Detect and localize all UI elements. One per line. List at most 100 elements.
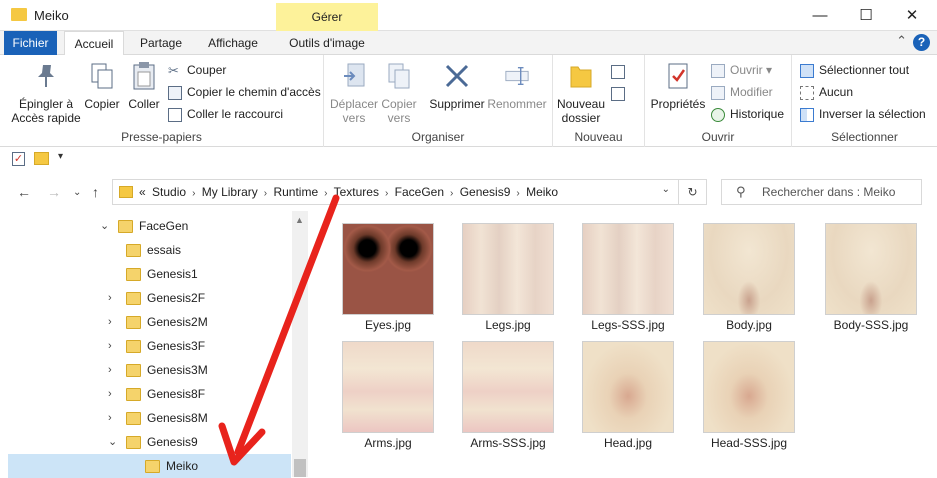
breadcrumb-studio[interactable]: Studio	[152, 185, 186, 199]
file-item[interactable]: Legs.jpg	[453, 211, 563, 332]
collapse-ribbon-icon[interactable]: ⌃	[896, 33, 907, 49]
tree-item[interactable]: essais	[0, 238, 290, 262]
file-item[interactable]: Eyes.jpg	[333, 211, 443, 332]
tree-item[interactable]: › Genesis2F	[0, 286, 290, 310]
address-folder-icon	[119, 186, 133, 198]
qat-folder-icon[interactable]	[34, 152, 49, 165]
up-arrow-icon[interactable]: ↑	[92, 184, 99, 200]
tree-item[interactable]: Meiko	[8, 454, 291, 478]
breadcrumb-meiko[interactable]: Meiko	[526, 185, 558, 199]
back-arrow-icon[interactable]: ←	[17, 184, 31, 200]
select-none-button[interactable]: Aucun	[800, 82, 853, 102]
chevron-right-icon[interactable]: ›	[108, 286, 120, 310]
maximize-button[interactable]: ☐	[843, 0, 889, 31]
forward-arrow-icon[interactable]: →	[47, 184, 61, 200]
file-item[interactable]: Head.jpg	[573, 329, 683, 450]
edit-button[interactable]: Modifier	[711, 82, 773, 102]
address-dropdown-icon[interactable]: ⌄	[662, 184, 670, 195]
chevron-right-icon[interactable]: ›	[264, 188, 267, 199]
rename-icon	[504, 61, 530, 91]
file-item[interactable]: Arms.jpg	[333, 329, 443, 450]
scrollbar-thumb[interactable]	[294, 459, 306, 477]
pin-quick-access-button[interactable]: Épingler à Accès rapide	[8, 61, 84, 125]
tab-accueil[interactable]: Accueil	[64, 31, 124, 56]
recent-chevron-icon[interactable]: ⌄	[73, 187, 81, 198]
file-item[interactable]: Body.jpg	[694, 211, 804, 332]
file-item[interactable]: Body-SSS.jpg	[816, 211, 926, 332]
address-bar[interactable]: « Studio › My Library › Runtime › Textures ›…	[112, 179, 707, 205]
folder-icon	[126, 244, 141, 257]
clipboard-icon	[131, 61, 157, 91]
chevron-right-icon[interactable]: ›	[108, 310, 120, 334]
rename-button[interactable]: Renommer	[486, 61, 548, 111]
tab-partage[interactable]: Partage	[130, 31, 192, 55]
tab-affichage[interactable]: Affichage	[200, 31, 266, 55]
minimize-button[interactable]: —	[797, 0, 843, 31]
delete-button[interactable]: Supprimer	[426, 61, 488, 111]
tree-item[interactable]: Genesis1	[0, 262, 290, 286]
file-name: Head.jpg	[603, 436, 653, 450]
paste-shortcut-button[interactable]: Coller le raccourci	[168, 104, 283, 124]
search-input[interactable]: Rechercher dans : Meiko	[762, 185, 895, 199]
search-box[interactable]: ⚲ Rechercher dans : Meiko	[721, 179, 922, 205]
chevron-right-icon[interactable]: ›	[108, 406, 120, 430]
qat-dropdown-icon[interactable]: ▾	[58, 151, 63, 162]
chevron-right-icon[interactable]: ›	[108, 382, 120, 406]
tree-item[interactable]: › Genesis3F	[0, 334, 290, 358]
tree-item[interactable]: › Genesis3M	[0, 358, 290, 382]
image-thumbnail	[703, 223, 795, 315]
open-button[interactable]: Ouvrir ▾	[711, 60, 772, 80]
breadcrumb-runtime[interactable]: Runtime	[273, 185, 318, 199]
breadcrumb-facegen[interactable]: FaceGen	[395, 185, 444, 199]
new-folder-button[interactable]: Nouveau dossier	[555, 61, 607, 125]
invert-selection-button[interactable]: Inverser la sélection	[800, 104, 926, 124]
tab-outils-image[interactable]: Outils d'image	[276, 31, 378, 55]
breadcrumb-my-library[interactable]: My Library	[202, 185, 258, 199]
tree-item-label: Genesis9	[147, 435, 198, 449]
contextual-tab-gerer[interactable]: Gérer	[276, 3, 378, 31]
file-item[interactable]: Legs-SSS.jpg	[573, 211, 683, 332]
tree-item[interactable]: › Genesis2M	[0, 310, 290, 334]
chevron-right-icon[interactable]: ›	[192, 188, 195, 199]
copy-button[interactable]: Copier	[82, 61, 122, 111]
edit-icon	[711, 85, 725, 100]
file-item[interactable]: Head-SSS.jpg	[694, 329, 804, 450]
refresh-icon[interactable]: ↻	[678, 180, 706, 204]
tree-item[interactable]: › Genesis8M	[0, 406, 290, 430]
tree-item[interactable]: › Genesis8F	[0, 382, 290, 406]
chevron-down-icon[interactable]: ⌄	[100, 214, 112, 238]
breadcrumb-textures[interactable]: Textures	[334, 185, 379, 199]
copy-to-button[interactable]: Copier vers	[376, 61, 422, 125]
scroll-up-icon[interactable]: ▲	[295, 215, 304, 225]
chevron-right-icon[interactable]: ›	[324, 188, 327, 199]
properties-check-icon[interactable]: ✓	[12, 152, 25, 166]
copy-path-icon	[168, 85, 182, 100]
file-item[interactable]: Arms-SSS.jpg	[453, 329, 563, 450]
cut-button[interactable]: ✂ Couper	[168, 60, 226, 80]
chevron-right-icon[interactable]: ›	[108, 358, 120, 382]
tree-item[interactable]: ⌄ FaceGen	[0, 214, 290, 238]
chevron-down-icon[interactable]: ⌄	[108, 430, 120, 454]
copy-path-button[interactable]: Copier le chemin d'accès	[168, 82, 321, 102]
tree-scrollbar[interactable]: ▲	[292, 211, 308, 477]
breadcrumb-genesis9[interactable]: Genesis9	[460, 185, 511, 199]
chevron-right-icon[interactable]: ›	[108, 334, 120, 358]
chevron-right-icon[interactable]: ›	[516, 188, 519, 199]
close-button[interactable]: ✕	[889, 0, 935, 31]
history-button[interactable]: Historique	[711, 104, 784, 124]
tree-item[interactable]: ⌄ Genesis9	[0, 430, 290, 454]
select-all-button[interactable]: Sélectionner tout	[800, 60, 909, 80]
help-icon[interactable]: ?	[913, 34, 930, 51]
properties-button[interactable]: Propriétés	[647, 61, 709, 111]
move-to-icon	[341, 61, 367, 91]
new-item-button[interactable]	[611, 61, 630, 81]
easy-access-button[interactable]	[611, 83, 630, 103]
chevron-right-icon[interactable]: ›	[385, 188, 388, 199]
paste-button[interactable]: Coller	[124, 61, 164, 111]
navigation-bar: ← → ⌄ ↑ « Studio › My Library › Runtime › T…	[0, 171, 937, 211]
move-to-button[interactable]: Déplacer vers	[328, 61, 380, 125]
file-name: Arms-SSS.jpg	[470, 436, 546, 450]
chevron-right-icon[interactable]: ›	[450, 188, 453, 199]
folder-icon	[126, 436, 141, 449]
breadcrumb-overflow[interactable]: «	[139, 185, 146, 199]
